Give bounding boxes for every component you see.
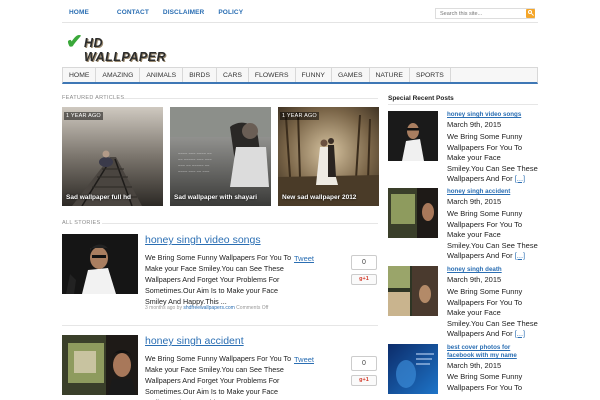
site-logo[interactable]: ✔ HD WALLPAPER — [64, 31, 184, 64]
story-thumbnail[interactable] — [62, 335, 138, 395]
featured-image: ~~~~ ~~~ ~~~~ ~~ ~~ ~~~~~ ~~~ ~~~ ~~~ ~~… — [170, 107, 271, 206]
featured-image — [62, 107, 163, 206]
story-divider — [62, 325, 378, 326]
recent-post-thumbnail[interactable] — [388, 111, 438, 161]
main-nav: HOME AMAZING ANIMALS BIRDS CARS FLOWERS … — [62, 67, 538, 84]
recent-post-title[interactable]: honey singh accident — [447, 188, 539, 196]
recent-post-title[interactable]: honey singh video songs — [447, 111, 539, 119]
featured-label: FEATURED ARTICLES — [62, 95, 125, 101]
gplus-button[interactable]: g+1 — [351, 375, 377, 386]
svg-text:~~ ~~~~~ ~~~ ~~~: ~~ ~~~~~ ~~~ ~~~ — [178, 157, 212, 162]
recent-post: honey singh accident March 9th, 2015 We … — [388, 188, 539, 260]
svg-text:~~~~ ~~~ ~~~~ ~~: ~~~~ ~~~ ~~~~ ~~ — [178, 151, 212, 156]
top-bar: HOME CONTACT DISCLAIMER POLICY — [62, 5, 538, 23]
featured-badge: 1 YEAR AGO — [280, 112, 319, 120]
stories-label: ALL STORIES — [62, 220, 101, 226]
recent-post: honey singh death March 9th, 2015 We Bri… — [388, 266, 539, 338]
read-more-link[interactable]: [...] — [515, 174, 525, 183]
sidebar-title: Special Recent Posts — [388, 95, 454, 102]
sidebar-divider — [388, 104, 538, 105]
search-button[interactable] — [526, 9, 535, 18]
svg-text:~~~ ~~ ~~~~~ ~~: ~~~ ~~ ~~~~~ ~~ — [178, 163, 210, 168]
recent-post-title[interactable]: best cover photos for facebook with my n… — [447, 344, 539, 360]
tweet-button[interactable]: Tweet — [294, 355, 314, 364]
stories-divider — [102, 223, 378, 224]
story-item: honey singh video songs We Bring Some Fu… — [62, 234, 378, 320]
story-title[interactable]: honey singh video songs — [145, 234, 261, 246]
recent-post-thumbnail[interactable] — [388, 266, 438, 316]
top-nav-contact[interactable]: CONTACT — [117, 9, 149, 16]
recent-post-excerpt: We Bring Some Funny Wallpapers For You T… — [447, 287, 538, 338]
nav-sports[interactable]: SPORTS — [410, 68, 451, 82]
nav-birds[interactable]: BIRDS — [183, 68, 217, 82]
nav-funny[interactable]: FUNNY — [296, 68, 332, 82]
svg-text:~~~~ ~~~ ~~ ~~~: ~~~~ ~~~ ~~ ~~~ — [178, 169, 210, 174]
featured-badge: 1 YEAR AGO — [64, 112, 103, 120]
featured-item[interactable]: 1 YEAR AGO New sad wallpaper 2012 — [278, 107, 379, 206]
meta-date: 3 months ago by — [145, 305, 182, 311]
featured-caption[interactable]: New sad wallpaper 2012 — [282, 194, 375, 202]
recent-post-thumbnail[interactable] — [388, 188, 438, 238]
tweet-button[interactable]: Tweet — [294, 254, 314, 263]
meta-comments: Comments Off — [236, 305, 269, 311]
recent-post: best cover photos for facebook with my n… — [388, 344, 538, 400]
checkmark-icon: ✔ — [66, 31, 83, 53]
meta-author-link[interactable]: shdfreewallpapers.com — [183, 305, 234, 311]
recent-post-date: March 9th, 2015 — [447, 361, 502, 370]
search-input[interactable] — [435, 8, 535, 19]
top-nav-policy[interactable]: POLICY — [218, 9, 243, 16]
recent-post-excerpt: We Bring Some Funny Wallpapers For You T… — [447, 209, 538, 260]
top-nav: HOME CONTACT DISCLAIMER POLICY — [62, 9, 257, 16]
story-excerpt: We Bring Some Funny Wallpapers For You T… — [145, 354, 292, 400]
share-count: 0 — [351, 356, 377, 371]
recent-post-excerpt: We Bring Some Funny Wallpapers For You T… — [447, 372, 523, 392]
logo-text: HD WALLPAPER — [84, 36, 167, 64]
story-item: honey singh accident We Bring Some Funny… — [62, 335, 378, 400]
recent-post-date: March 9th, 2015 — [447, 120, 502, 129]
nav-home[interactable]: HOME — [63, 68, 97, 82]
recent-post: honey singh video songs March 9th, 2015 … — [388, 111, 539, 183]
nav-nature[interactable]: NATURE — [370, 68, 410, 82]
nav-amazing[interactable]: AMAZING — [96, 68, 141, 82]
nav-flowers[interactable]: FLOWERS — [249, 68, 296, 82]
featured-caption[interactable]: Sad wallpaper full hd — [66, 194, 159, 202]
featured-divider — [124, 98, 378, 99]
nav-games[interactable]: GAMES — [332, 68, 370, 82]
story-meta: 3 months ago by shdfreewallpapers.com Co… — [145, 305, 268, 311]
top-nav-home[interactable]: HOME — [69, 9, 89, 16]
recent-post-excerpt: We Bring Some Funny Wallpapers For You T… — [447, 132, 538, 183]
recent-post-thumbnail[interactable] — [388, 344, 438, 394]
nav-animals[interactable]: ANIMALS — [140, 68, 184, 82]
recent-post-title[interactable]: honey singh death — [447, 266, 539, 274]
featured-caption[interactable]: Sad wallpaper with shayari — [174, 194, 267, 202]
nav-cars[interactable]: CARS — [217, 68, 249, 82]
share-count: 0 — [351, 255, 377, 270]
read-more-link[interactable]: [...] — [515, 251, 525, 260]
story-excerpt: We Bring Some Funny Wallpapers For You T… — [145, 253, 292, 306]
story-thumbnail[interactable] — [62, 234, 138, 294]
recent-post-date: March 9th, 2015 — [447, 275, 502, 284]
gplus-button[interactable]: g+1 — [351, 274, 377, 285]
featured-item[interactable]: 1 YEAR AGO Sad wallpaper full hd — [62, 107, 163, 206]
featured-item[interactable]: ~~~~ ~~~ ~~~~ ~~ ~~ ~~~~~ ~~~ ~~~ ~~~ ~~… — [170, 107, 271, 206]
top-nav-disclaimer[interactable]: DISCLAIMER — [163, 9, 204, 16]
story-title[interactable]: honey singh accident — [145, 335, 244, 347]
featured-image — [278, 107, 379, 206]
read-more-link[interactable]: [...] — [515, 329, 525, 338]
recent-post-date: March 9th, 2015 — [447, 197, 502, 206]
